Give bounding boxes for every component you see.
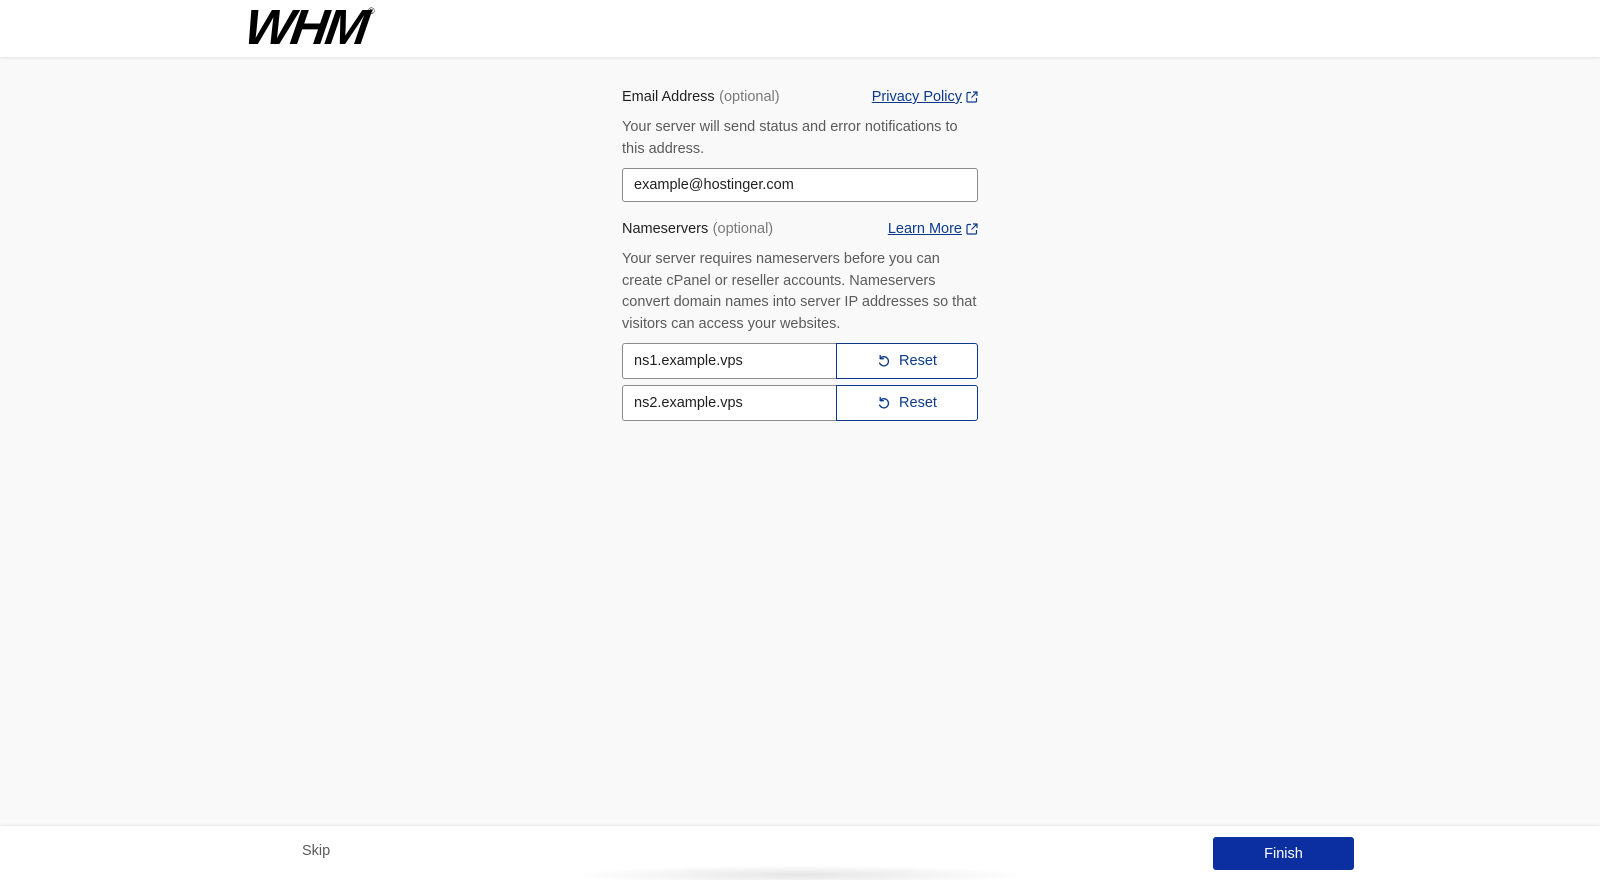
reset-label: Reset bbox=[899, 353, 937, 369]
reset-label: Reset bbox=[899, 395, 937, 411]
external-link-icon bbox=[966, 91, 978, 103]
privacy-policy-link[interactable]: Privacy Policy bbox=[872, 89, 978, 105]
email-label-text: Email Address bbox=[622, 89, 715, 105]
nameservers-label: Nameservers (optional) bbox=[622, 220, 773, 238]
privacy-policy-link-text: Privacy Policy bbox=[871, 89, 962, 105]
undo-icon bbox=[878, 396, 890, 409]
learn-more-link[interactable]: Learn More bbox=[888, 221, 978, 237]
nameserver-row-1: ns1.example.vps Reset bbox=[622, 343, 978, 379]
finish-button[interactable]: Finish bbox=[1213, 837, 1354, 870]
reset-nameserver-1-button[interactable]: Reset bbox=[836, 343, 978, 379]
learn-more-link-text: Learn More bbox=[887, 221, 962, 237]
email-field-header: Email Address (optional) Privacy Policy bbox=[622, 88, 978, 112]
nameservers-field-header: Nameservers (optional) Learn More bbox=[622, 220, 978, 244]
top-header: WHM ® bbox=[0, 0, 1600, 57]
email-optional-tag: (optional) bbox=[719, 89, 780, 105]
email-help-text: Your server will send status and error n… bbox=[622, 119, 958, 157]
whm-logo: WHM ® bbox=[241, 0, 375, 56]
email-label: Email Address (optional) bbox=[622, 88, 780, 106]
logo-text: WHM bbox=[241, 0, 370, 56]
nameserver-row-2: ns2.example.vps Reset bbox=[622, 385, 978, 421]
nameservers-optional-tag: (optional) bbox=[712, 221, 774, 237]
email-input[interactable]: example@hostinger.com bbox=[622, 168, 978, 202]
footer-shadow bbox=[570, 865, 1030, 880]
external-link-icon bbox=[966, 223, 978, 235]
nameservers-label-text: Nameservers bbox=[622, 221, 709, 237]
reset-nameserver-2-button[interactable]: Reset bbox=[836, 385, 978, 421]
nameservers-help-text: Your server requires nameservers before … bbox=[622, 251, 977, 332]
nameserver-2-input[interactable]: ns2.example.vps bbox=[622, 385, 836, 421]
nameservers-section: Nameservers (optional) Learn More Your s… bbox=[622, 220, 978, 421]
setup-form: Email Address (optional) Privacy Policy … bbox=[622, 88, 978, 421]
registered-mark: ® bbox=[367, 6, 375, 16]
undo-icon bbox=[878, 354, 890, 367]
skip-button[interactable]: Skip bbox=[302, 843, 330, 859]
nameserver-1-input[interactable]: ns1.example.vps bbox=[622, 343, 836, 379]
